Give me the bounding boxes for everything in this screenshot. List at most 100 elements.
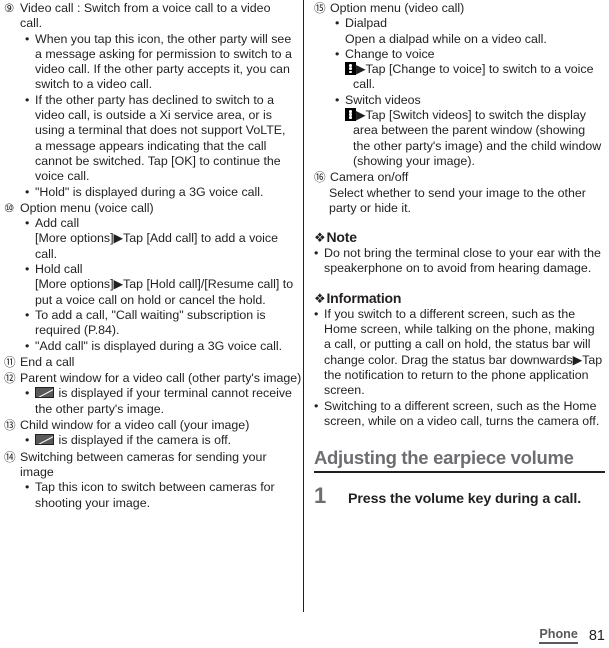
sub-line-dialpad: Open a dialpad while on a video call.	[345, 31, 547, 46]
list-item-13: ⑬ Child window for a video call (your im…	[4, 418, 295, 433]
item-title-9: Video call : Switch from a voice call to…	[20, 1, 271, 31]
list-item-9: ⑨ Video call : Switch from a voice call …	[4, 1, 295, 32]
list-item-11: ⑪ End a call	[4, 355, 295, 370]
bullet-item: • Switching to a different screen, such …	[314, 399, 605, 430]
bullet-dot: •	[25, 480, 30, 495]
bullet-dot: •	[314, 306, 319, 321]
bullet-dot: •	[335, 92, 340, 107]
sub-line-switch-videos-text: ▶Tap [Switch videos] to switch the displ…	[353, 108, 602, 168]
bullet-item-switch-videos: • Switch videos	[335, 93, 605, 108]
bullet-item: • Add call	[25, 216, 295, 231]
item-marker-11: ⑪	[4, 355, 16, 369]
bullet-item: • "Hold" is displayed during a 3G voice …	[25, 185, 295, 200]
section-title: Adjusting the earpiece volume	[314, 447, 574, 469]
left-column: ⑨ Video call : Switch from a voice call …	[4, 0, 301, 511]
bullet-text: Change to voice	[345, 46, 435, 61]
sub-line-change-to-voice: ▶Tap [Change to voice] to switch to a vo…	[345, 62, 605, 93]
sub-line-switch-videos: ▶Tap [Switch videos] to switch the displ…	[345, 108, 605, 169]
item-title-12: Parent window for a video call (other pa…	[20, 371, 302, 386]
list-item-12: ⑫ Parent window for a video call (other …	[4, 371, 301, 386]
bullet-item: • Tap this icon to switch between camera…	[25, 480, 295, 511]
item-title-16: Camera on/off	[330, 170, 409, 185]
sub-line-camera-onoff: Select whether to send your image to the…	[329, 185, 586, 215]
bullet-dot: •	[25, 338, 30, 353]
bullet-dot: •	[25, 433, 30, 448]
sub-line-hold-call: [More options]▶Tap [Hold call]/[Resume c…	[35, 277, 294, 307]
bullet-text: Dialpad	[345, 16, 388, 31]
bullet-item: • is displayed if your terminal cannot r…	[25, 386, 295, 417]
item-marker-10: ⑩	[4, 201, 15, 215]
bullet-dot: •	[314, 246, 319, 261]
item-title-11: End a call	[20, 354, 75, 369]
bullet-text: Switching to a different screen, such as…	[324, 398, 600, 428]
diamond-icon: ❖	[314, 230, 326, 246]
bullet-text: To add a call, "Call waiting" subscripti…	[35, 307, 266, 338]
right-column: ⑮ Option menu (video call) • Dialpad Ope…	[314, 0, 605, 508]
diamond-icon: ❖	[314, 290, 326, 306]
bullet-text: Do not bring the terminal close to your …	[324, 246, 601, 276]
item-title-10: Option menu (voice call)	[20, 200, 154, 215]
information-heading: ❖Information	[314, 290, 605, 307]
bullet-text: "Add call" is displayed during a 3G voic…	[35, 338, 283, 353]
item-title-14: Switching between cameras for sending yo…	[20, 449, 267, 479]
bullet-item: • "Add call" is displayed during a 3G vo…	[25, 339, 295, 354]
sub-line-change-to-voice-text: ▶Tap [Change to voice] to switch to a vo…	[353, 62, 594, 92]
list-item-14: ⑭ Switching between cameras for sending …	[4, 450, 295, 481]
item-marker-14: ⑭	[4, 450, 16, 464]
bullet-text: is displayed if the camera is off.	[35, 433, 295, 448]
bullet-dot: •	[314, 398, 319, 413]
bullet-text: Switch videos	[345, 92, 421, 107]
item-marker-16: ⑯	[314, 171, 326, 185]
note-heading: ❖Note	[314, 229, 605, 246]
bullet-item-dialpad: • Dialpad	[335, 16, 605, 31]
item-title-13: Child window for a video call (your imag…	[20, 418, 250, 433]
more-options-icon	[345, 62, 356, 76]
note-heading-text: Note	[326, 229, 357, 246]
bullet-text: When you tap this icon, the other party …	[35, 31, 292, 92]
bullet-item: • Do not bring the terminal close to you…	[314, 246, 605, 277]
list-item-15: ⑮ Option menu (video call)	[314, 1, 605, 16]
bullet-text: If the other party has declined to switc…	[35, 92, 286, 184]
list-item-10: ⑩ Option menu (voice call)	[4, 201, 295, 216]
manual-page: ⑨ Video call : Switch from a voice call …	[0, 0, 609, 648]
bullet-dot: •	[335, 46, 340, 61]
bullet-text-label: is displayed if the camera is off.	[58, 433, 232, 448]
bullet-text-label: is displayed if your terminal cannot rec…	[35, 386, 292, 416]
item-title-15: Option menu (video call)	[330, 1, 465, 15]
bullet-item: • is displayed if the camera is off.	[25, 433, 295, 448]
note-block: ❖Note • Do not bring the terminal close …	[314, 229, 605, 277]
bullet-text: "Hold" is displayed during a 3G voice ca…	[35, 184, 264, 199]
footer-page-number: 81	[588, 628, 605, 644]
column-divider	[303, 0, 304, 612]
item-marker-9: ⑨	[4, 2, 15, 15]
bullet-item: • If you switch to a different screen, s…	[314, 307, 605, 399]
footer-chapter: Phone	[539, 627, 578, 644]
page-footer: Phone 81	[539, 627, 605, 644]
bullet-dot: •	[25, 386, 30, 401]
bullet-dot: •	[25, 92, 30, 107]
step-number: 1	[314, 483, 327, 509]
bullet-text: is displayed if your terminal cannot rec…	[35, 386, 295, 417]
item-marker-13: ⑬	[4, 419, 16, 433]
more-options-icon	[345, 108, 356, 122]
bullet-item: • If the other party has declined to swi…	[25, 93, 295, 185]
list-item-16: ⑯ Camera on/off	[314, 170, 605, 185]
bullet-dot: •	[25, 184, 30, 199]
item-marker-12: ⑫	[4, 372, 16, 386]
information-block: ❖Information • If you switch to a differ…	[314, 290, 605, 429]
step-row: 1 Press the volume key during a call.	[314, 485, 605, 508]
bullet-text: Add call	[35, 216, 80, 231]
bullet-dot: •	[25, 307, 30, 322]
section-rule	[314, 471, 605, 474]
no-image-icon	[35, 434, 54, 446]
bullet-text: If you switch to a different screen, suc…	[324, 306, 603, 398]
no-image-icon	[35, 387, 54, 399]
bullet-text: Hold call	[35, 262, 83, 277]
bullet-dot: •	[25, 216, 30, 231]
bullet-dot: •	[335, 16, 340, 31]
section-block: Adjusting the earpiece volume 1 Press th…	[314, 446, 605, 508]
bullet-item: • Hold call	[25, 262, 295, 277]
bullet-item-change-to-voice: • Change to voice	[335, 47, 605, 62]
sub-line-add-call: [More options]▶Tap [Add call] to add a v…	[35, 231, 279, 261]
bullet-text: Tap this icon to switch between cameras …	[35, 480, 275, 510]
